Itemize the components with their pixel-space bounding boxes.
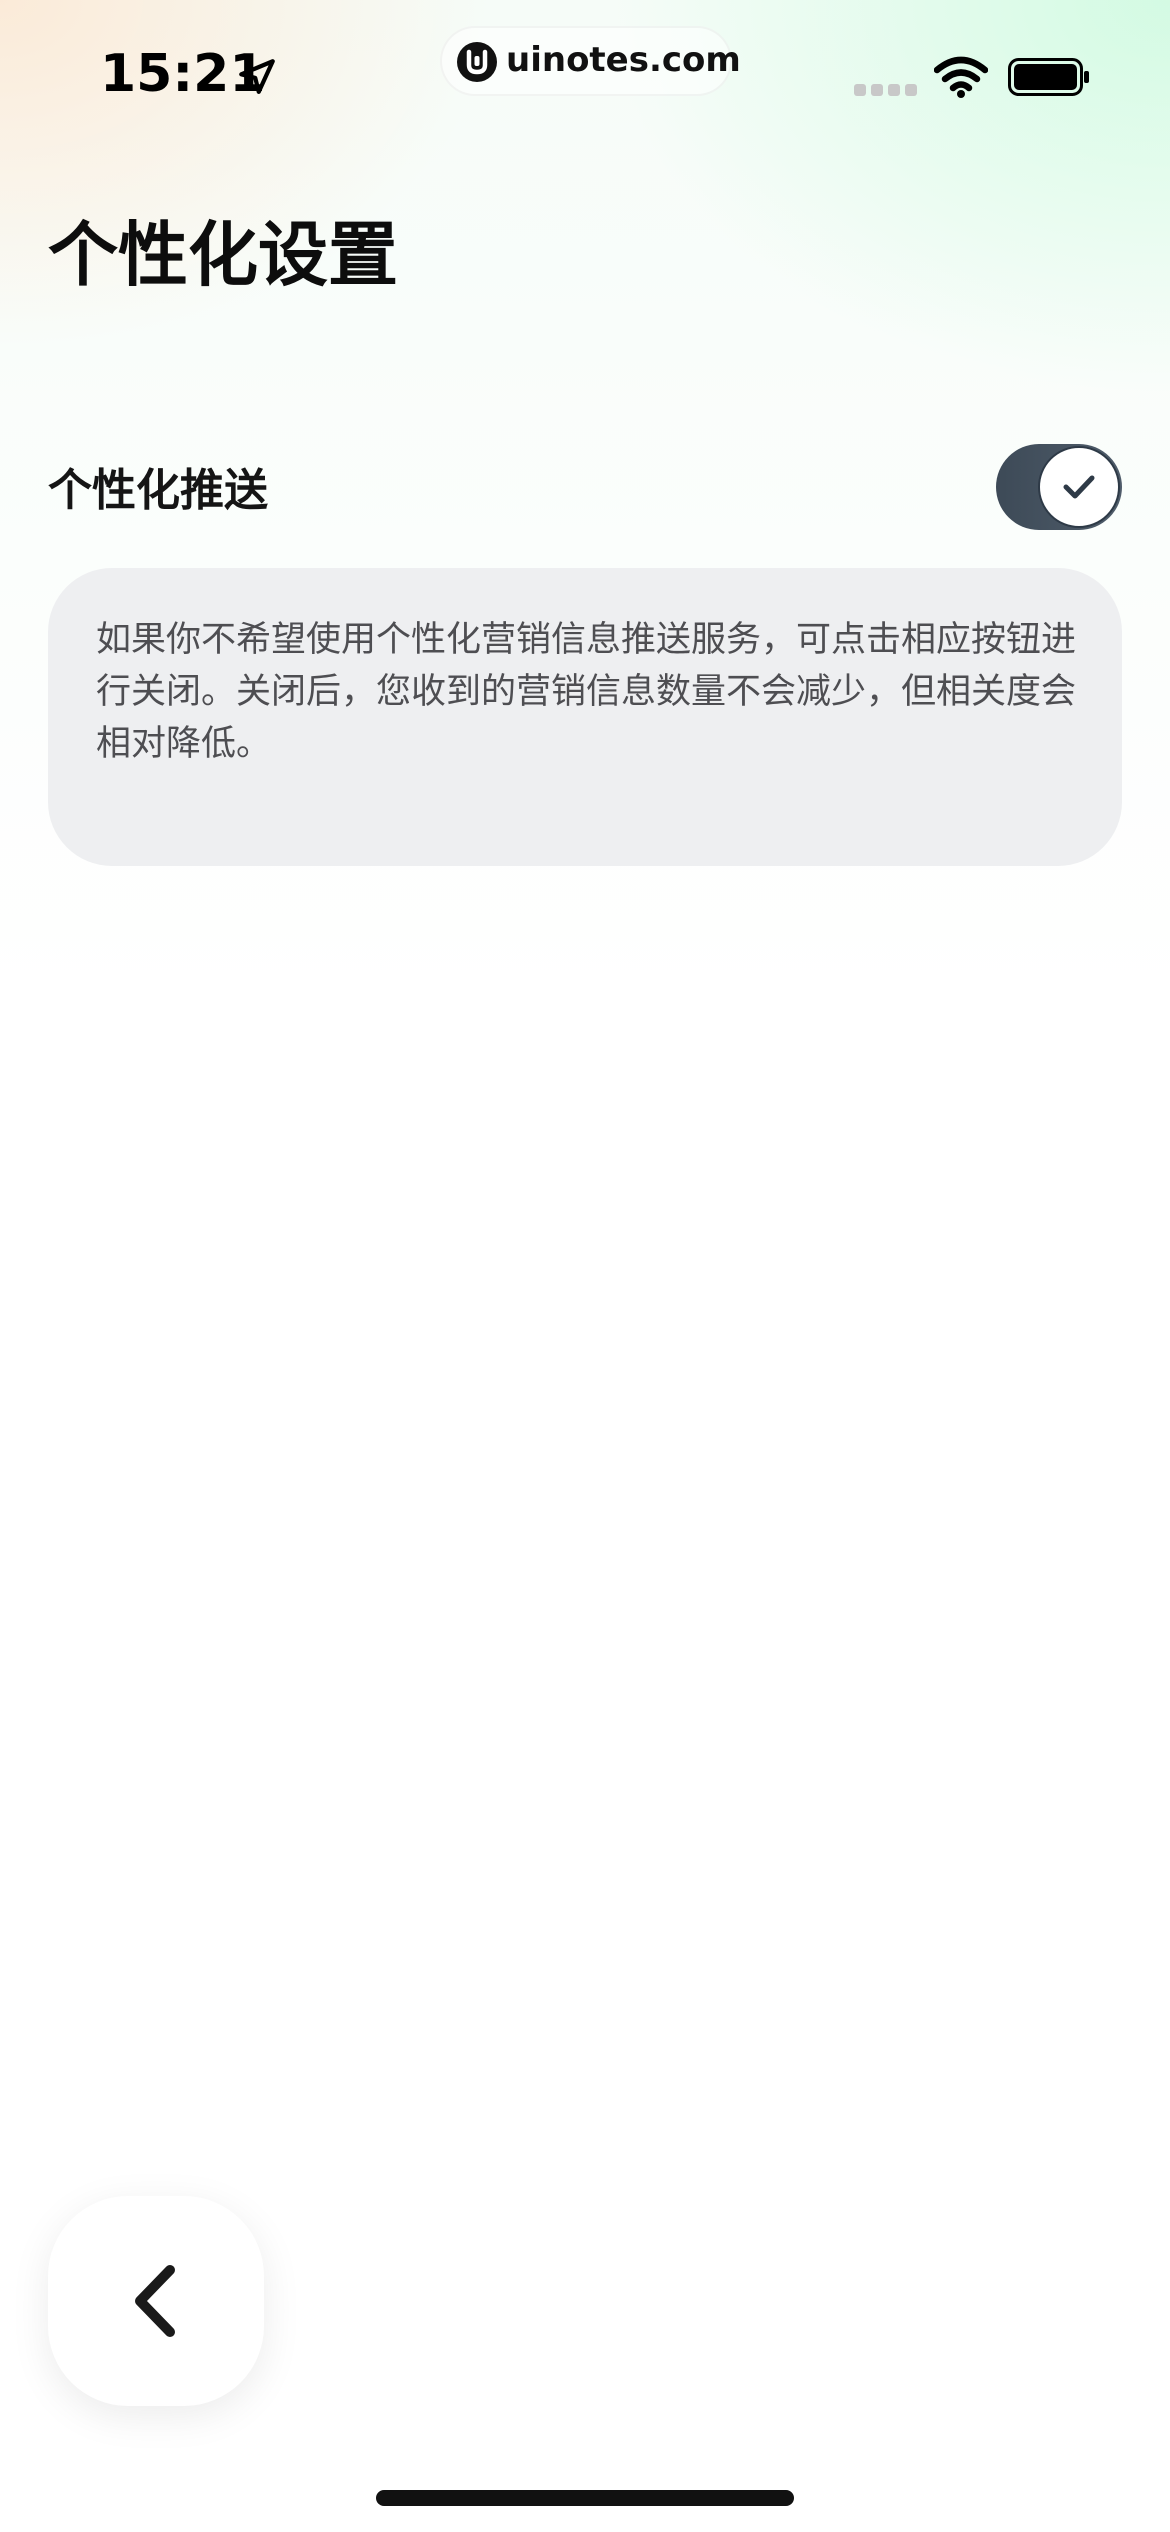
wifi-icon xyxy=(934,56,988,98)
url-pill[interactable]: uinotes.com xyxy=(440,26,741,96)
setting-label: 个性化推送 xyxy=(48,465,268,516)
info-card: 如果你不希望使用个性化营销信息推送服务，可点击相应按钮进行关闭。关闭后，您收到的… xyxy=(48,568,1122,866)
check-icon xyxy=(1063,475,1095,499)
uinotes-logo-icon xyxy=(457,42,497,82)
cellular-signal-icon xyxy=(854,84,917,96)
setting-row-personalized-push: 个性化推送 xyxy=(48,440,1122,536)
status-bar: 15:21 uinotes.com xyxy=(0,0,1170,140)
chevron-left-icon xyxy=(135,2265,175,2337)
home-indicator[interactable] xyxy=(376,2490,794,2506)
page-title: 个性化设置 xyxy=(48,214,398,296)
battery-icon xyxy=(1008,58,1089,96)
setting-description: 如果你不希望使用个性化营销信息推送服务，可点击相应按钮进行关闭。关闭后，您收到的… xyxy=(96,620,1077,764)
location-arrow-icon xyxy=(239,59,275,94)
back-button[interactable] xyxy=(48,2196,264,2406)
toggle-knob xyxy=(1038,446,1120,528)
url-text: uinotes.com xyxy=(506,40,741,80)
personalized-push-toggle[interactable] xyxy=(996,444,1122,530)
